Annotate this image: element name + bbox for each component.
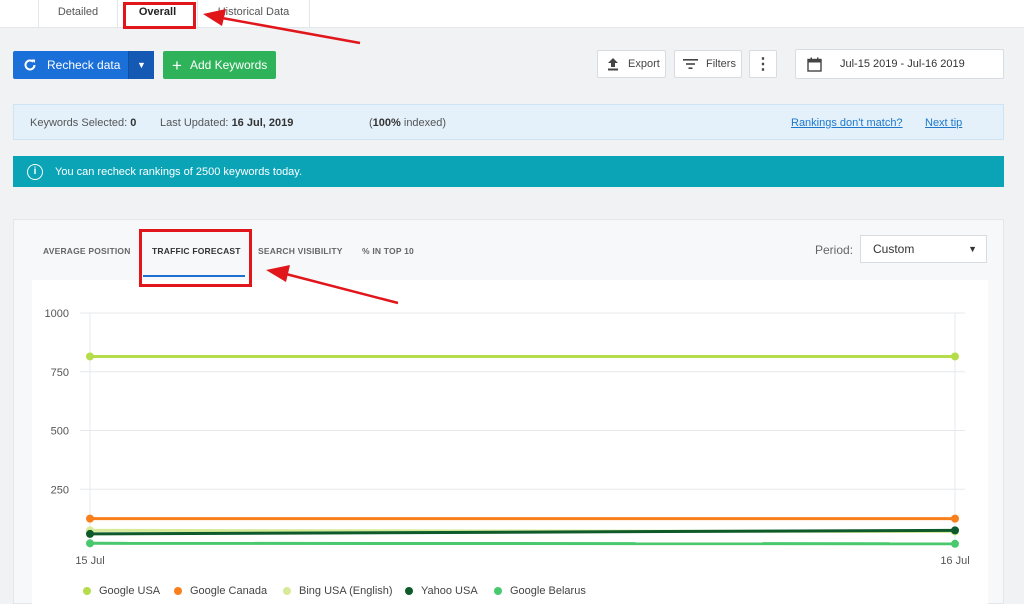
y-tick-label: 500 xyxy=(51,426,69,438)
legend-label: Google Belarus xyxy=(510,585,586,597)
legend-item[interactable]: Bing USA (English) xyxy=(283,585,393,597)
y-tick-label: 250 xyxy=(51,484,69,496)
legend-swatch xyxy=(83,587,91,595)
highlight-box-overall xyxy=(123,2,196,29)
legend-label: Bing USA (English) xyxy=(299,585,393,597)
data-point xyxy=(86,529,94,538)
legend-item[interactable]: Google Canada xyxy=(174,585,267,597)
data-point xyxy=(951,514,959,523)
legend-label: Google Canada xyxy=(190,585,268,597)
legend-swatch xyxy=(494,587,502,595)
data-point xyxy=(951,352,959,361)
data-point xyxy=(951,539,959,548)
legend-item[interactable]: Yahoo USA xyxy=(405,585,478,597)
highlight-box-traffic-forecast xyxy=(139,229,252,287)
legend-swatch xyxy=(405,587,413,595)
x-tick-label: 16 Jul xyxy=(940,555,969,567)
y-tick-label: 1000 xyxy=(45,308,69,320)
traffic-forecast-chart: 250 500 750 1000 15 Jul 16 Jul xyxy=(45,308,970,567)
legend-swatch xyxy=(283,587,291,595)
legend-item[interactable]: Google Belarus xyxy=(494,585,586,597)
y-tick-label: 750 xyxy=(51,367,69,379)
legend-label: Google USA xyxy=(99,585,161,597)
legend-item[interactable]: Google USA xyxy=(83,585,160,597)
rank-tracker-page: Detailed Overall Historical Data Recheck… xyxy=(0,0,1024,604)
data-point xyxy=(86,514,94,523)
legend-swatch xyxy=(174,587,182,595)
data-point xyxy=(86,539,94,548)
data-point xyxy=(86,352,94,361)
x-tick-label: 15 Jul xyxy=(75,555,104,567)
legend-label: Yahoo USA xyxy=(421,585,478,597)
data-point xyxy=(951,526,959,535)
